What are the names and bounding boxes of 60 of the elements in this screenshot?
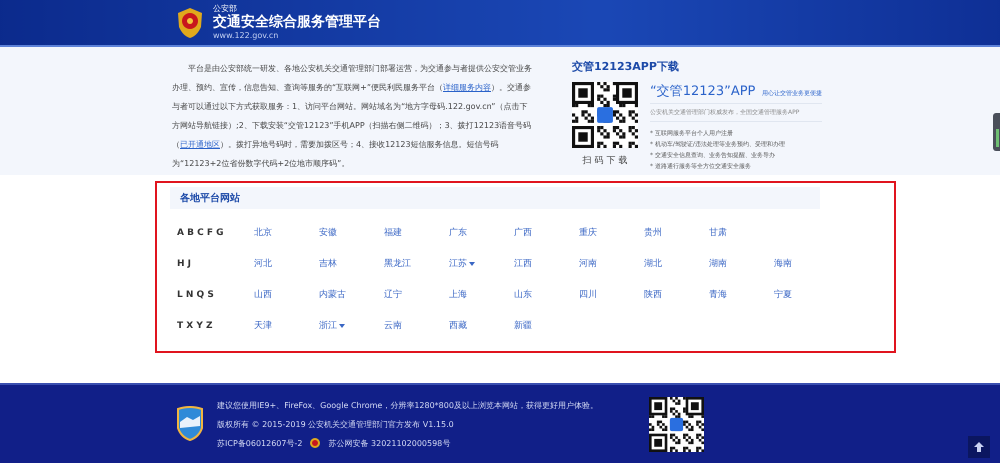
qr-code-icon bbox=[649, 396, 704, 452]
region-link[interactable]: 福建 bbox=[384, 226, 449, 239]
region-link[interactable]: 新疆 bbox=[514, 319, 579, 332]
region-link[interactable]: 内蒙古 bbox=[319, 288, 384, 301]
letter-group: H J bbox=[177, 258, 254, 268]
region-link[interactable]: 甘肃 bbox=[709, 226, 774, 239]
police-record[interactable]: 苏公网安备 32021102000598号 bbox=[328, 438, 450, 448]
side-tab[interactable] bbox=[993, 113, 1000, 151]
app-name: “交管12123”APP bbox=[650, 83, 756, 100]
ministry-label: 公安部 bbox=[213, 4, 238, 14]
site-url: www.122.gov.cn bbox=[213, 31, 280, 41]
region-link[interactable]: 陕西 bbox=[644, 288, 709, 301]
police-emblem-icon bbox=[175, 6, 205, 38]
badge-icon bbox=[175, 406, 205, 442]
region-link[interactable]: 天津 bbox=[254, 319, 319, 332]
region-link[interactable]: 广西 bbox=[514, 226, 579, 239]
region-link[interactable]: 四川 bbox=[579, 288, 644, 301]
region-link[interactable]: 云南 bbox=[384, 319, 449, 332]
level-bar-icon bbox=[996, 129, 999, 147]
section-title: 各地平台网站 bbox=[180, 192, 240, 205]
intro-link[interactable]: 详细服务内容 bbox=[443, 83, 491, 92]
region-link[interactable]: 江西 bbox=[514, 257, 579, 270]
qr-code-icon bbox=[572, 82, 638, 148]
region-link[interactable]: 安徽 bbox=[319, 226, 384, 239]
app-download-heading: 交管12123APP下载 bbox=[572, 59, 680, 74]
scan-label: 扫 码 下 载 bbox=[582, 154, 628, 167]
region-link[interactable]: 广东 bbox=[449, 226, 514, 239]
intro-link[interactable]: 已开通地区 bbox=[180, 140, 220, 149]
region-link[interactable]: 山东 bbox=[514, 288, 579, 301]
region-link[interactable]: 青海 bbox=[709, 288, 774, 301]
region-link[interactable]: 浙江 bbox=[319, 319, 384, 332]
region-link[interactable]: 山西 bbox=[254, 288, 319, 301]
police-emblem-icon bbox=[310, 438, 320, 448]
region-link[interactable]: 宁夏 bbox=[774, 288, 839, 301]
region-link[interactable]: 辽宁 bbox=[384, 288, 449, 301]
back-to-top-button[interactable] bbox=[968, 436, 990, 458]
site-title: 交通安全综合服务管理平台 bbox=[213, 14, 381, 31]
letter-group: T X Y Z bbox=[177, 320, 254, 330]
region-link[interactable]: 河北 bbox=[254, 257, 319, 270]
intro-paragraph: 平台是由公安部统一研发、各地公安机关交通管理部门部署运营，为交通参与者提供公安交管业务办理、预约、宣传，信息告知、查询等服务的“互联网+”便民利民服务平台（详细服务内容）。交通参与者可以通过以下方式获取服务：1、访问平台网站。网站域名为“地方字母码.122.gov.cn”（点击下方网站导航链接）;2、下载安装“交管12123”手机APP（扫描右侧二维码）；3、拨打12123语音号码（已开通地区）。拨打异地号码时，需要加拨区号；4、接收12123短信服务信息。短信号码为“12123+2位省份数字代码+2位地市顺序码”。 bbox=[172, 63, 533, 170]
region-link[interactable]: 河南 bbox=[579, 257, 644, 270]
region-link[interactable]: 湖北 bbox=[644, 257, 709, 270]
region-link[interactable]: 黑龙江 bbox=[384, 257, 449, 270]
region-link[interactable]: 重庆 bbox=[579, 226, 644, 239]
up-arrow-icon bbox=[974, 442, 984, 452]
region-link[interactable]: 上海 bbox=[449, 288, 514, 301]
icp-record[interactable]: 苏ICP备06012607号-2 bbox=[217, 438, 302, 448]
region-link[interactable]: 西藏 bbox=[449, 319, 514, 332]
region-link[interactable]: 贵州 bbox=[644, 226, 709, 239]
letter-group: L N Q S bbox=[177, 290, 254, 300]
letter-group: A B C F G bbox=[177, 228, 254, 238]
region-link[interactable]: 海南 bbox=[774, 257, 839, 270]
region-link[interactable]: 吉林 bbox=[319, 257, 384, 270]
browser-note: 建议您使用IE9+、FireFox、Google Chrome，分辨率1280*800及以上浏览本网站，获得更好用户体验。 bbox=[217, 400, 592, 410]
caret-icon bbox=[339, 324, 345, 328]
copyright-text: 版权所有 © 2015-2019 公安机关交通管理部门官方发布 V1.15.0 bbox=[217, 418, 455, 430]
region-link[interactable]: 北京 bbox=[254, 226, 319, 239]
region-link[interactable]: 江苏 bbox=[449, 257, 514, 270]
caret-icon bbox=[469, 262, 475, 266]
region-link[interactable]: 湖南 bbox=[709, 257, 774, 270]
